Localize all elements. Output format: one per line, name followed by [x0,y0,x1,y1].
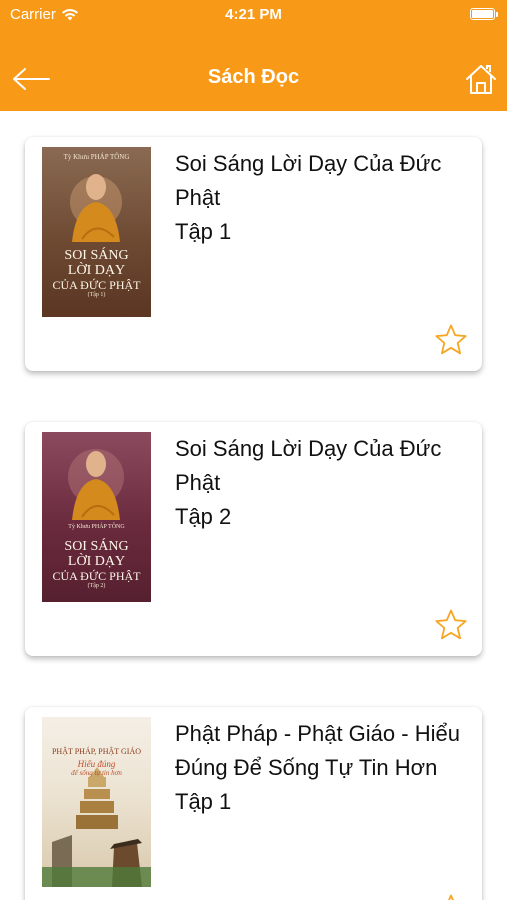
star-icon[interactable] [434,893,468,900]
cover-sub: (Tập 2) [87,583,106,589]
page-title: Sách Đọc [207,66,300,88]
book-info: Soi Sáng Lời Dạy Của Đức Phật Tập 2 [175,432,470,534]
cover-line-1: SOI SÁNG [64,248,129,263]
cover-line-3: CỦA ĐỨC PHẬT [52,569,141,583]
cover-line-2: LỜI DẠY [67,263,126,278]
book-volume: Tập 1 [175,789,232,814]
book-title: Soi Sáng Lời Dạy Của Đức Phật [175,436,442,495]
cover-line-3: CỦA ĐỨC PHẬT [52,278,141,292]
book-card[interactable]: Tỳ Khưu PHÁP TÔNG SOI SÁNG LỜI DẠY CỦA Đ… [25,422,482,656]
cover-header: PHẬT PHÁP, PHẬT GIÁO [51,747,142,756]
book-volume: Tập 2 [175,504,232,529]
book-volume: Tập 1 [175,219,232,244]
cover-line-1: SOI SÁNG [64,539,129,554]
cover-sub-1: Hiểu đúng [77,759,116,769]
star-icon[interactable] [434,323,468,357]
book-card[interactable]: Tỳ Khưu PHÁP TÔNG SOI SÁNG LỜI DẠY CỦA Đ… [25,137,482,371]
book-cover: PHẬT PHÁP, PHẬT GIÁO Hiểu đúng để sống t… [42,717,151,887]
cover-author: Tỳ Khưu PHÁP TÔNG [63,153,130,161]
status-bar: Carrier 4:21 PM [0,0,507,30]
book-cover: Tỳ Khưu PHÁP TÔNG SOI SÁNG LỜI DẠY CỦA Đ… [42,147,151,317]
book-info: Soi Sáng Lời Dạy Của Đức Phật Tập 1 [175,147,470,249]
book-cover: Tỳ Khưu PHÁP TÔNG SOI SÁNG LỜI DẠY CỦA Đ… [42,432,151,602]
home-button[interactable] [463,60,499,98]
book-info: Phật Pháp - Phật Giáo - Hiểu Đúng Để Sốn… [175,717,470,819]
home-icon [466,65,496,94]
navigation-bar: Carrier 4:21 PM Sách Đọc [0,0,507,111]
star-icon[interactable] [434,608,468,642]
cover-author: Tỳ Khưu PHÁP TÔNG [68,524,125,530]
cover-sub: (Tập 1) [87,292,106,298]
cover-line-2: LỜI DẠY [67,554,126,569]
book-title: Soi Sáng Lời Dạy Của Đức Phật [175,151,442,210]
cover-art [42,767,151,887]
cover-sub-2: để sống tự tin hơn [71,769,122,777]
book-card[interactable]: PHẬT PHÁP, PHẬT GIÁO Hiểu đúng để sống t… [25,707,482,900]
book-list[interactable]: Tỳ Khưu PHÁP TÔNG SOI SÁNG LỜI DẠY CỦA Đ… [0,111,507,900]
battery-icon [470,8,498,20]
status-time: 4:21 PM [225,6,282,23]
book-title: Phật Pháp - Phật Giáo - Hiểu Đúng Để Sốn… [175,721,460,780]
